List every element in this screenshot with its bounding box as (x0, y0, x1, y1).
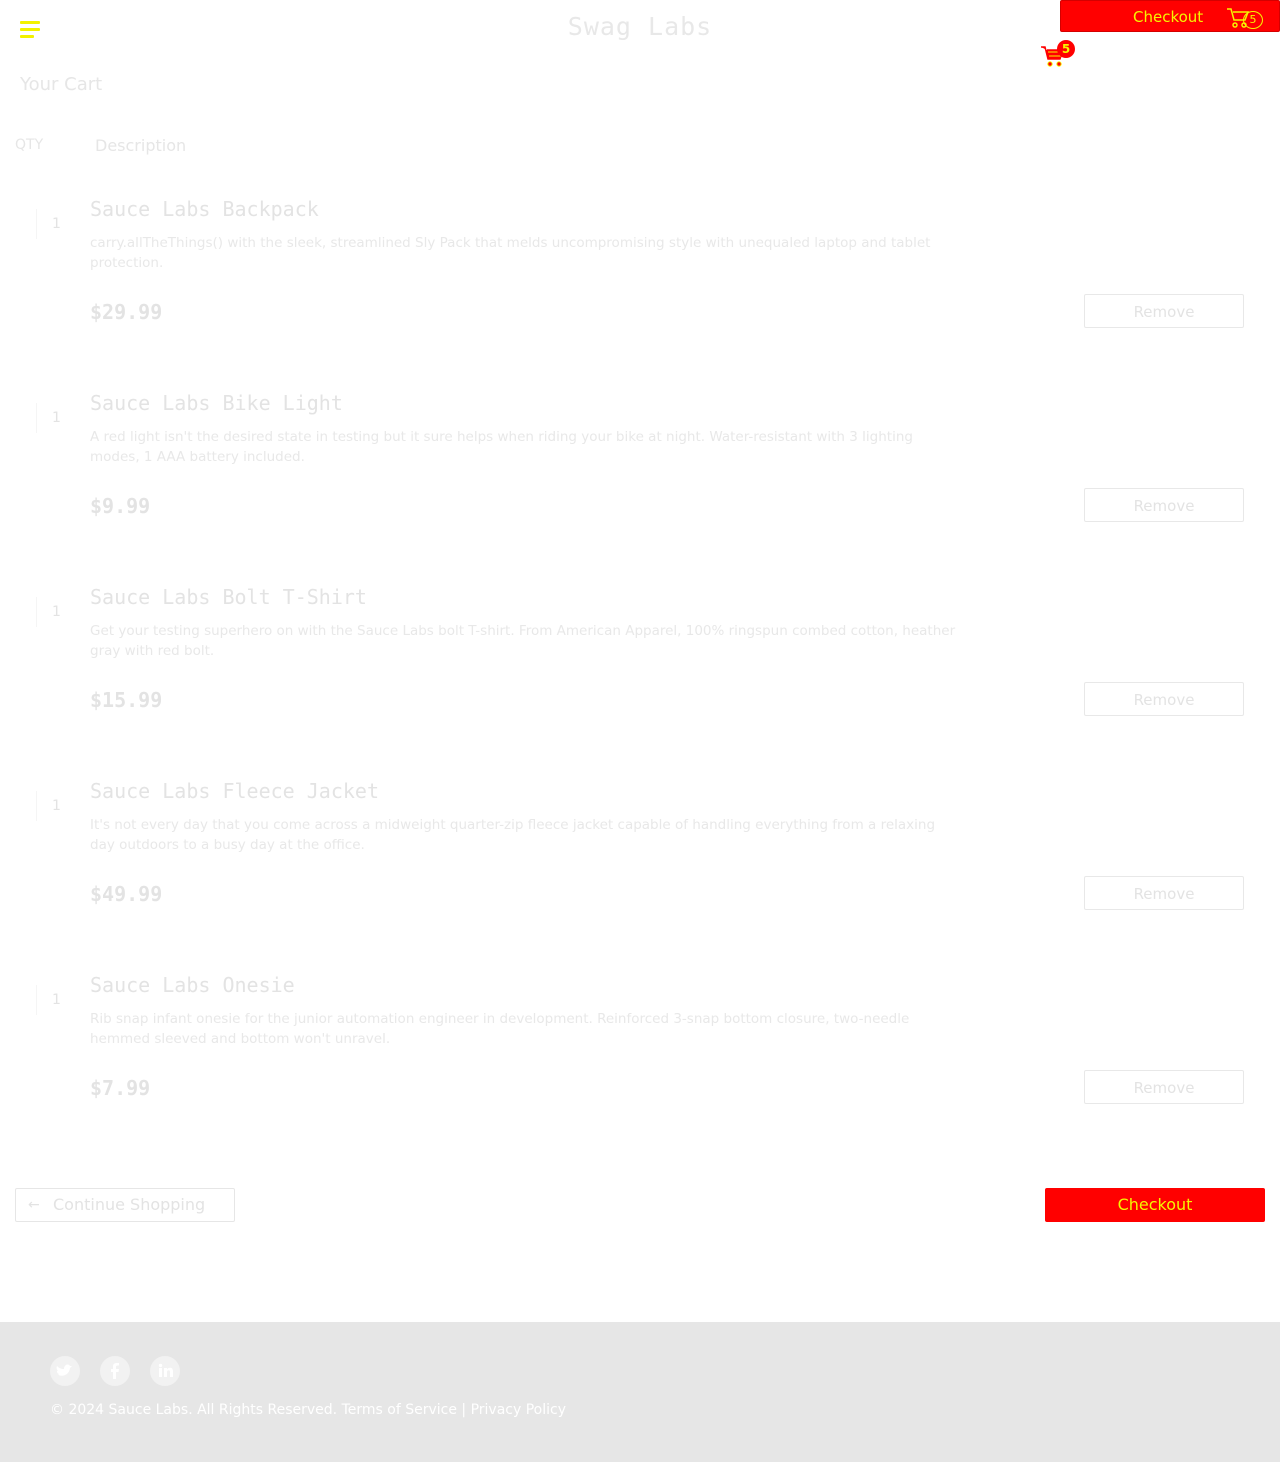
item-price: $15.99 (90, 688, 163, 712)
facebook-icon[interactable] (100, 1356, 130, 1386)
item-description: A red light isn't the desired state in t… (90, 429, 913, 465)
remove-button[interactable]: Remove (1084, 294, 1244, 328)
item-quantity: 1 (36, 985, 76, 1015)
qty-column-header: QTY (15, 137, 44, 153)
remove-button[interactable]: Remove (1084, 876, 1244, 910)
linkedin-icon[interactable] (150, 1356, 180, 1386)
cart-item: 1 Sauce Labs Onesie Rib snap infant ones… (0, 973, 1280, 1133)
item-name-link[interactable]: Sauce Labs Backpack (90, 197, 319, 221)
footer-copyright: © 2024 Sauce Labs. All Rights Reserved. … (50, 1402, 566, 1418)
item-name-link[interactable]: Sauce Labs Bike Light (90, 391, 343, 415)
item-description: carry.allTheThings() with the sleek, str… (90, 235, 931, 271)
page-title: Your Cart (20, 74, 103, 95)
cart-item: 1 Sauce Labs Bolt T-Shirt Get your testi… (0, 585, 1280, 745)
item-description: Get your testing superhero on with the S… (90, 623, 956, 659)
privacy-policy-link[interactable]: Privacy Policy (471, 1402, 566, 1418)
arrow-left-icon: ← (28, 1197, 40, 1213)
item-price: $7.99 (90, 1076, 151, 1100)
item-quantity: 1 (36, 209, 76, 239)
item-price: $9.99 (90, 494, 151, 518)
item-quantity: 1 (36, 403, 76, 433)
cart-item: 1 Sauce Labs Fleece Jacket It's not ever… (0, 779, 1280, 939)
item-price: $49.99 (90, 882, 163, 906)
item-quantity: 1 (36, 597, 76, 627)
twitter-icon[interactable] (50, 1356, 80, 1386)
top-checkout-label: Checkout (1133, 8, 1204, 26)
item-name-link[interactable]: Sauce Labs Onesie (90, 973, 295, 997)
remove-button[interactable]: Remove (1084, 682, 1244, 716)
continue-shopping-label: Continue Shopping (53, 1195, 206, 1214)
cart-badge: 5 (1057, 40, 1075, 58)
item-name-link[interactable]: Sauce Labs Bolt T-Shirt (90, 585, 367, 609)
item-description: It's not every day that you come across … (90, 817, 936, 853)
terms-of-service-link[interactable]: Terms of Service (342, 1402, 457, 1418)
item-description: Rib snap infant onesie for the junior au… (90, 1011, 910, 1047)
remove-button[interactable]: Remove (1084, 488, 1244, 522)
top-cart-badge: 5 (1243, 11, 1263, 29)
description-column-header: Description (95, 136, 187, 155)
item-name-link[interactable]: Sauce Labs Fleece Jacket (90, 779, 379, 803)
footer-separator: | (461, 1402, 467, 1418)
top-checkout-button[interactable]: Checkout 5 (1060, 0, 1280, 32)
continue-shopping-button[interactable]: ← Continue Shopping (15, 1188, 235, 1222)
copyright-text: © 2024 Sauce Labs. All Rights Reserved. (50, 1402, 338, 1418)
cart-item: 1 Sauce Labs Backpack carry.allTheThings… (0, 197, 1280, 357)
footer: © 2024 Sauce Labs. All Rights Reserved. … (0, 1322, 1280, 1462)
checkout-button[interactable]: Checkout (1045, 1188, 1265, 1222)
item-quantity: 1 (36, 791, 76, 821)
item-price: $29.99 (90, 300, 163, 324)
cart-item: 1 Sauce Labs Bike Light A red light isn'… (0, 391, 1280, 551)
remove-button[interactable]: Remove (1084, 1070, 1244, 1104)
